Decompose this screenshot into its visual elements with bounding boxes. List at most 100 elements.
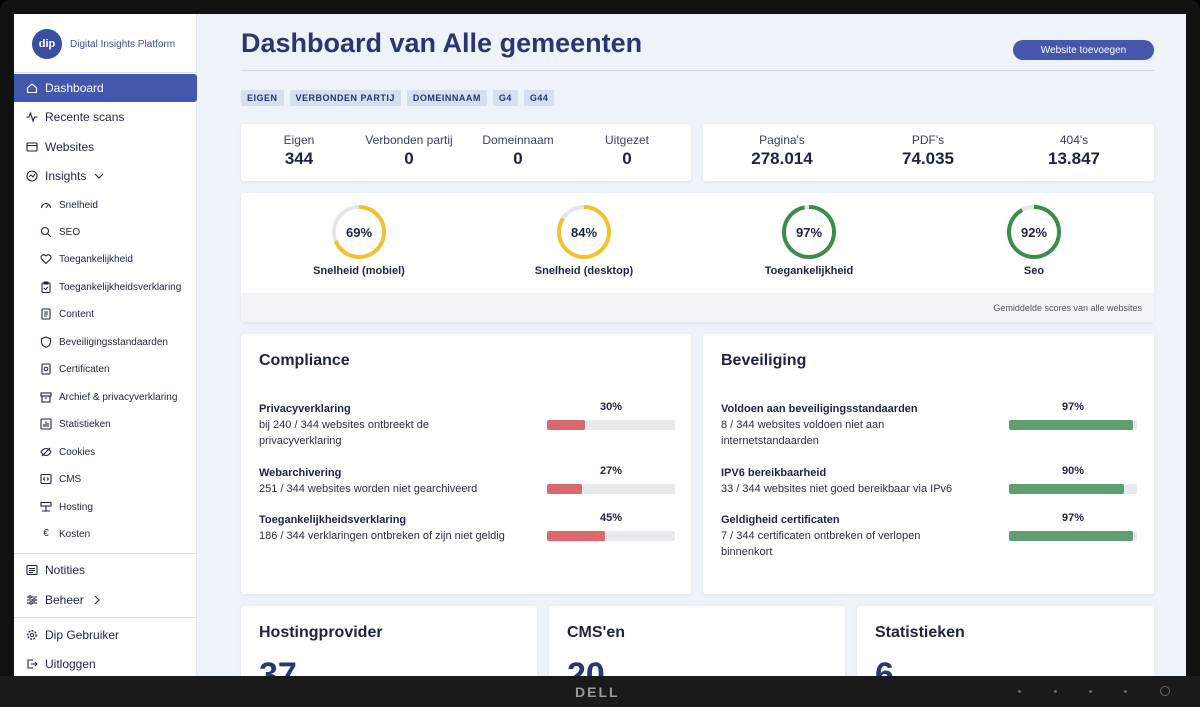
sidebar-item-statistieken[interactable]: Statistieken bbox=[14, 415, 197, 433]
item-percentage: 97% bbox=[1061, 512, 1085, 524]
sidebar-item-label: CMS bbox=[59, 473, 82, 485]
search-icon bbox=[40, 226, 52, 238]
compliance-item-toegankelijkheidsverklaring[interactable]: Toegankelijkheidsverklaring 186 / 344 ve… bbox=[259, 512, 675, 544]
cms-card[interactable]: CMS'en 20 bbox=[549, 606, 845, 676]
sidebar-item-beveiligingsstandaarden[interactable]: Beveiligingsstandaarden bbox=[14, 333, 197, 351]
progress-fill bbox=[547, 484, 582, 494]
total-label: 404's bbox=[1059, 133, 1089, 147]
progress-fill bbox=[1009, 484, 1125, 494]
filter-tag[interactable]: VERBONDEN PARTIJ bbox=[289, 90, 401, 106]
sidebar-item-label: Cookies bbox=[59, 446, 96, 458]
sidebar-item-toegankelijkheidsverklaring[interactable]: Toegankelijkheidsverklaring bbox=[14, 278, 197, 296]
filter-tag[interactable]: G4 bbox=[492, 90, 518, 106]
sidebar-item-label: Toegankelijkheid bbox=[59, 253, 133, 265]
sidebar-item-label: Recente scans bbox=[45, 110, 125, 124]
statistieken-card[interactable]: Statistieken 6 bbox=[857, 606, 1154, 676]
score-seo[interactable]: 92% Seo bbox=[959, 204, 1109, 277]
page-totals-card: Pagina's 278.014 PDF's 74.035 404's 13.8… bbox=[703, 124, 1154, 181]
sidebar-item-websites[interactable]: Websites bbox=[14, 137, 197, 157]
sliders-icon bbox=[26, 594, 38, 606]
sidebar: dip Digital Insights Platform Dashboard … bbox=[14, 14, 197, 676]
security-item-ipv6[interactable]: IPV6 bereikbaarheid 33 / 344 websites ni… bbox=[721, 465, 1137, 497]
scores-footer: Gemiddelde scores van alle websites bbox=[241, 293, 1154, 322]
progress-fill bbox=[1009, 420, 1134, 430]
progress-bar bbox=[547, 531, 675, 541]
total-pdfs: PDF's 74.035 bbox=[873, 133, 983, 169]
filter-tag[interactable]: EIGEN bbox=[241, 90, 284, 106]
sidebar-item-cms[interactable]: CMS bbox=[14, 470, 197, 488]
screen: dip Digital Insights Platform Dashboard … bbox=[14, 14, 1186, 676]
score-label: Seo bbox=[1023, 265, 1045, 277]
window-icon bbox=[26, 141, 38, 153]
count-uitgezet: Uitgezet 0 bbox=[572, 133, 682, 169]
score-toegankelijkheid[interactable]: 97% Toegankelijkheid bbox=[734, 204, 884, 277]
activity-icon bbox=[26, 111, 38, 123]
filter-tags: EIGEN VERBONDEN PARTIJ DOMEINNAAM G4 G44 bbox=[241, 90, 555, 106]
sidebar-item-archief[interactable]: Archief & privacyverklaring bbox=[14, 388, 197, 406]
count-value: 344 bbox=[284, 149, 314, 168]
sidebar-item-snelheid[interactable]: Snelheid bbox=[14, 196, 197, 214]
sidebar-item-uitloggen[interactable]: Uitloggen bbox=[14, 654, 197, 674]
security-item-certificaten[interactable]: Geldigheid certificaten 7 / 344 certific… bbox=[721, 512, 1137, 560]
total-value: 74.035 bbox=[902, 149, 954, 168]
sidebar-item-label: Toegankelijkheidsverklaring bbox=[59, 281, 182, 293]
progress-fill bbox=[547, 420, 586, 430]
filter-tag[interactable]: DOMEINNAAM bbox=[406, 90, 487, 106]
sidebar-item-kosten[interactable]: € Kosten bbox=[14, 525, 197, 543]
total-value: 13.847 bbox=[1048, 149, 1100, 168]
notes-icon bbox=[26, 564, 38, 576]
score-snelheid-desktop[interactable]: 84% Snelheid (desktop) bbox=[509, 204, 659, 277]
monitor-button bbox=[1018, 690, 1021, 693]
average-scores-card: 69% Snelheid (mobiel) 84% Snelheid (desk… bbox=[241, 193, 1154, 322]
filter-tag[interactable]: G44 bbox=[523, 90, 555, 106]
sidebar-item-cookies[interactable]: Cookies bbox=[14, 443, 197, 461]
sidebar-item-content[interactable]: Content bbox=[14, 305, 197, 323]
divider bbox=[14, 617, 197, 618]
sidebar-item-certificaten[interactable]: Certificaten bbox=[14, 360, 197, 378]
sidebar-item-label: Certificaten bbox=[59, 363, 110, 375]
item-description: 251 / 344 websites worden niet gearchive… bbox=[259, 483, 478, 495]
sidebar-item-label: Dashboard bbox=[45, 81, 104, 95]
compliance-item-webarchivering[interactable]: Webarchivering 251 / 344 websites worden… bbox=[259, 465, 675, 497]
score-percentage: 97% bbox=[795, 224, 823, 240]
score-percentage: 69% bbox=[345, 224, 373, 240]
sidebar-item-dip-gebruiker[interactable]: Dip Gebruiker bbox=[14, 625, 197, 645]
score-label: Snelheid (mobiel) bbox=[313, 265, 405, 277]
hostingprovider-card[interactable]: Hostingprovider 37 bbox=[241, 606, 537, 676]
sidebar-item-toegankelijkheid[interactable]: Toegankelijkheid bbox=[14, 250, 197, 268]
total-paginas: Pagina's 278.014 bbox=[727, 133, 837, 169]
website-counts-card: Eigen 344 Verbonden partij 0 Domeinnaam … bbox=[241, 124, 691, 181]
sidebar-item-dashboard[interactable]: Dashboard bbox=[14, 74, 197, 102]
sidebar-item-notities[interactable]: Notities bbox=[14, 560, 197, 580]
progress-bar bbox=[1009, 420, 1137, 430]
sidebar-item-seo[interactable]: SEO bbox=[14, 223, 197, 241]
logo-text: Digital Insights Platform bbox=[70, 38, 176, 50]
sidebar-item-label: Snelheid bbox=[59, 199, 98, 211]
count-verbonden-partij: Verbonden partij 0 bbox=[354, 133, 464, 169]
chart-icon bbox=[40, 418, 52, 430]
count-value: 0 bbox=[622, 149, 632, 168]
server-icon bbox=[40, 501, 52, 513]
sidebar-item-label: Statistieken bbox=[59, 418, 111, 430]
card-value: 6 bbox=[875, 656, 894, 676]
card-title: Hostingprovider bbox=[259, 624, 383, 641]
count-domeinnaam: Domeinnaam 0 bbox=[463, 133, 573, 169]
count-value: 0 bbox=[513, 149, 523, 168]
card-value: 37 bbox=[259, 656, 297, 676]
sidebar-item-recente-scans[interactable]: Recente scans bbox=[14, 107, 197, 127]
progress-bar bbox=[547, 484, 675, 494]
progress-fill bbox=[547, 531, 605, 541]
item-percentage: 30% bbox=[599, 401, 623, 413]
sidebar-item-label: Uitloggen bbox=[45, 657, 96, 671]
score-snelheid-mobiel[interactable]: 69% Snelheid (mobiel) bbox=[284, 204, 434, 277]
sidebar-item-hosting[interactable]: Hosting bbox=[14, 498, 197, 516]
add-website-button[interactable]: Website toevoegen bbox=[1013, 40, 1154, 60]
compliance-item-privacy[interactable]: Privacyverklaring bij 240 / 344 websites… bbox=[259, 401, 675, 449]
sidebar-item-insights[interactable]: Insights bbox=[14, 166, 197, 186]
monitor-button bbox=[1124, 690, 1127, 693]
item-description: 33 / 344 websites niet goed bereikbaar v… bbox=[721, 483, 953, 495]
security-item-standaarden[interactable]: Voldoen aan beveiligingsstandaarden 8 / … bbox=[721, 401, 1137, 449]
logo[interactable]: dip Digital Insights Platform bbox=[32, 29, 175, 59]
card-title: Beveiliging bbox=[721, 352, 807, 369]
sidebar-item-beheer[interactable]: Beheer bbox=[14, 590, 197, 610]
